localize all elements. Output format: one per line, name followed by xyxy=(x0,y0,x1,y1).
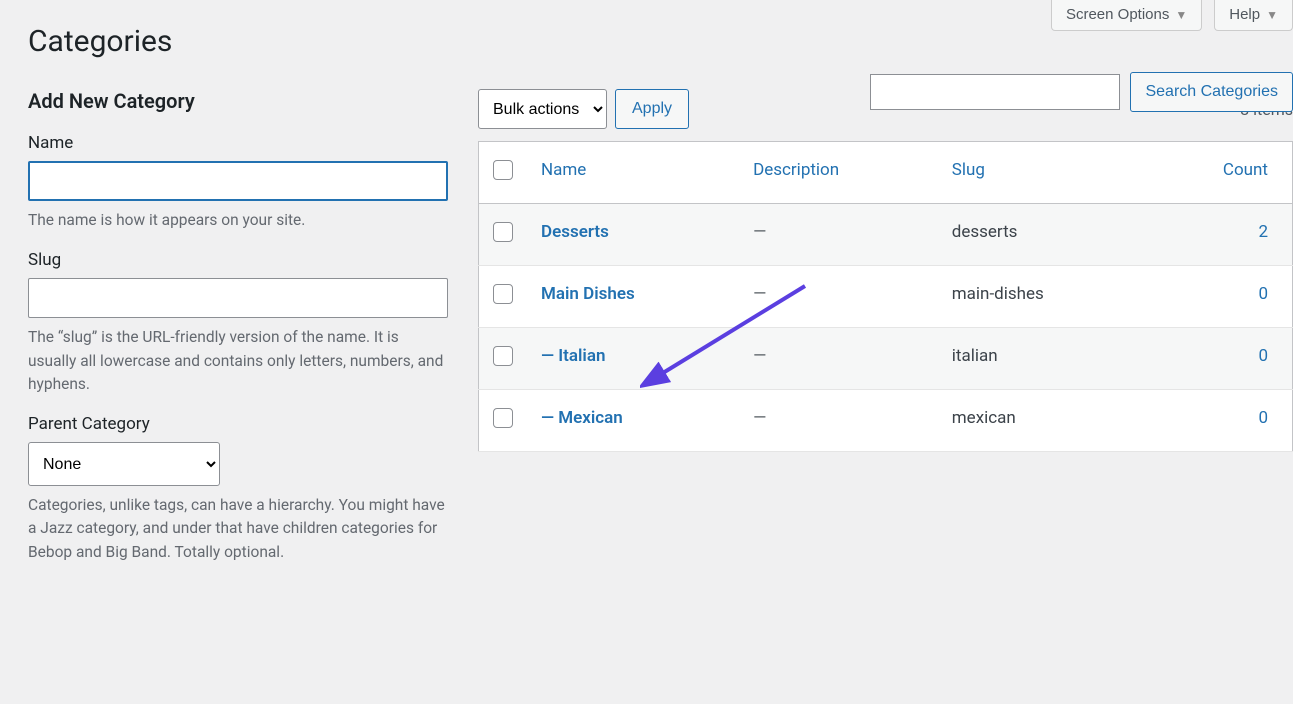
row-checkbox[interactable] xyxy=(493,222,513,242)
category-name-link[interactable]: Mexican xyxy=(558,408,623,428)
table-row: Desserts —desserts 2 xyxy=(479,204,1293,266)
table-row: — Italian—italian0 xyxy=(479,328,1293,390)
screen-options-button[interactable]: Screen Options ▼ xyxy=(1051,0,1202,31)
categories-table: Name Description Slug Count Desserts—des… xyxy=(478,141,1293,452)
parent-desc: Categories, unlike tags, can have a hier… xyxy=(28,494,448,564)
col-header-slug[interactable]: Slug xyxy=(952,160,985,180)
category-description: — xyxy=(739,390,938,452)
row-checkbox[interactable] xyxy=(493,346,513,366)
category-name-link[interactable]: Desserts xyxy=(541,222,609,242)
slug-desc: The “slug” is the URL-friendly version o… xyxy=(28,326,448,396)
search-input[interactable] xyxy=(870,74,1120,110)
category-count-link[interactable]: 2 xyxy=(1258,222,1268,242)
category-name-link[interactable]: Italian xyxy=(558,346,605,366)
indent-dash: — xyxy=(541,408,558,428)
help-button[interactable]: Help ▼ xyxy=(1214,0,1293,31)
category-slug: main-dishes xyxy=(938,266,1147,328)
category-name-link[interactable]: Main Dishes xyxy=(541,284,635,304)
table-row: Main Dishes —main-dishes 0 xyxy=(479,266,1293,328)
category-description: — xyxy=(739,328,938,390)
search-categories-button[interactable]: Search Categories xyxy=(1130,72,1293,112)
category-slug: italian xyxy=(938,328,1147,390)
parent-label: Parent Category xyxy=(28,414,448,434)
col-header-count[interactable]: Count xyxy=(1223,160,1268,180)
category-count-link[interactable]: 0 xyxy=(1258,284,1268,304)
col-header-name[interactable]: Name xyxy=(541,160,586,180)
category-description: — xyxy=(739,266,938,328)
row-checkbox[interactable] xyxy=(493,408,513,428)
select-all-checkbox[interactable] xyxy=(493,160,513,180)
parent-category-select[interactable]: None xyxy=(28,442,220,486)
help-label: Help xyxy=(1229,6,1260,23)
chevron-down-icon: ▼ xyxy=(1266,8,1278,22)
slug-input[interactable] xyxy=(28,278,448,318)
category-count-link[interactable]: 0 xyxy=(1258,346,1268,366)
chevron-down-icon: ▼ xyxy=(1175,8,1187,22)
col-header-description[interactable]: Description xyxy=(753,160,839,180)
indent-dash: — xyxy=(541,346,558,366)
name-desc: The name is how it appears on your site. xyxy=(28,209,448,232)
category-description: — xyxy=(739,204,938,266)
name-input[interactable] xyxy=(28,161,448,201)
slug-label: Slug xyxy=(28,250,448,270)
category-slug: mexican xyxy=(938,390,1147,452)
row-checkbox[interactable] xyxy=(493,284,513,304)
name-label: Name xyxy=(28,133,448,153)
table-row: — Mexican—mexican0 xyxy=(479,390,1293,452)
apply-button[interactable]: Apply xyxy=(615,89,689,129)
category-slug: desserts xyxy=(938,204,1147,266)
add-new-heading: Add New Category xyxy=(28,89,448,113)
category-count-link[interactable]: 0 xyxy=(1258,408,1268,428)
bulk-actions-select[interactable]: Bulk actions xyxy=(478,89,607,129)
screen-options-label: Screen Options xyxy=(1066,6,1169,23)
